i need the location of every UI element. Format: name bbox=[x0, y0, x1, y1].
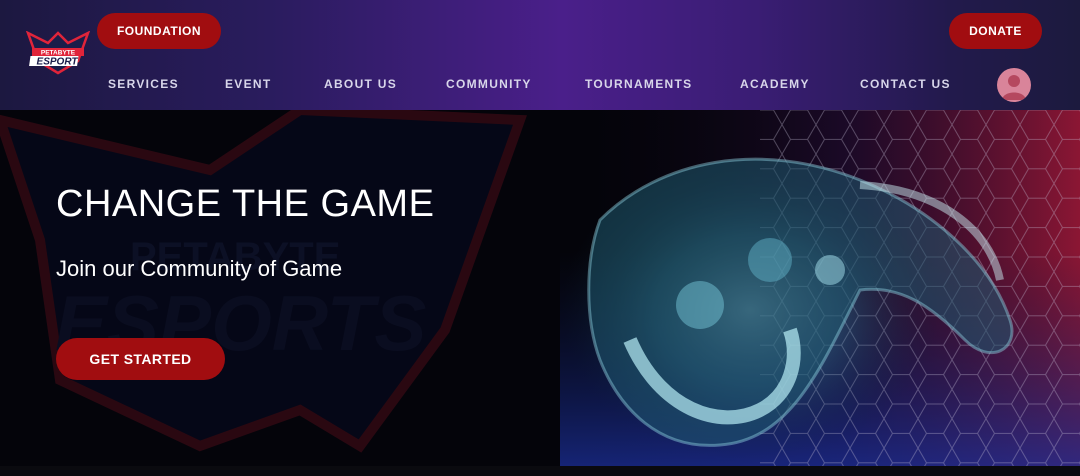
nav-item-tournaments[interactable]: TOURNAMENTS bbox=[585, 77, 692, 91]
get-started-button[interactable]: GET STARTED bbox=[56, 338, 225, 380]
donate-button[interactable]: DONATE bbox=[949, 13, 1042, 49]
nav-item-about-us[interactable]: ABOUT US bbox=[324, 77, 397, 91]
petabyte-esport-logo[interactable]: PETABYTE ESPORT bbox=[25, 30, 91, 75]
nav-item-services[interactable]: SERVICES bbox=[108, 77, 179, 91]
hero-subtitle: Join our Community of Game bbox=[56, 256, 343, 281]
hero-background-image: PETABYTE ESPORTS bbox=[0, 110, 1080, 466]
svg-text:ESPORT: ESPORT bbox=[37, 57, 79, 68]
hero-title: CHANGE THE GAME bbox=[56, 183, 435, 225]
nav-item-academy[interactable]: ACADEMY bbox=[740, 77, 810, 91]
nav-item-event[interactable]: EVENT bbox=[225, 77, 272, 91]
nav-item-contact-us[interactable]: CONTACT US bbox=[860, 77, 951, 91]
foundation-button[interactable]: FOUNDATION bbox=[97, 13, 221, 49]
site-header: PETABYTE ESPORT FOUNDATION DONATE SERVIC… bbox=[0, 0, 1080, 110]
user-avatar-icon[interactable] bbox=[997, 68, 1031, 102]
hero-banner: PETABYTE ESPORTS CHANGE THE GAME Join ou… bbox=[0, 110, 1080, 466]
svg-text:PETABYTE: PETABYTE bbox=[41, 50, 76, 57]
nav-item-community[interactable]: COMMUNITY bbox=[446, 77, 532, 91]
page-bottom-divider bbox=[0, 466, 1080, 476]
main-nav: SERVICES EVENT ABOUT US COMMUNITY TOURNA… bbox=[0, 77, 1080, 93]
